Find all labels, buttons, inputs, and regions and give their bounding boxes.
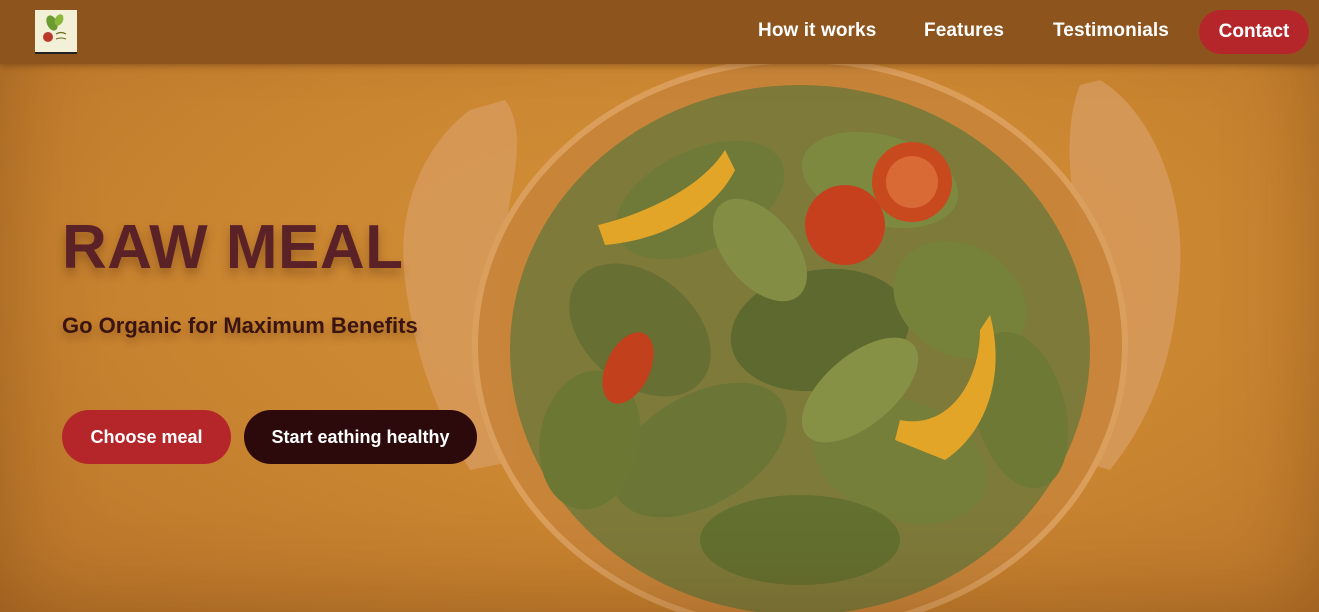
hero-section: RAW MEAL Go Organic for Maximum Benefits… [0, 0, 1319, 612]
nav-features[interactable]: Features [924, 20, 1004, 42]
logo[interactable] [35, 10, 77, 54]
hero-subtitle: Go Organic for Maximum Benefits [62, 313, 418, 338]
top-navbar: How it works Features Testimonials Conta… [0, 0, 1319, 64]
salad-bowl-image [403, 57, 1181, 612]
choose-meal-button[interactable]: Choose meal [62, 410, 231, 464]
start-eating-healthy-button[interactable]: Start eathing healthy [244, 410, 477, 464]
nav-testimonials[interactable]: Testimonials [1053, 20, 1169, 42]
nav-how-it-works[interactable]: How it works [758, 20, 876, 42]
nav-contact-button[interactable]: Contact [1199, 10, 1309, 54]
leaf-logo-icon [43, 14, 67, 42]
hero-title: RAW MEAL [62, 213, 404, 282]
